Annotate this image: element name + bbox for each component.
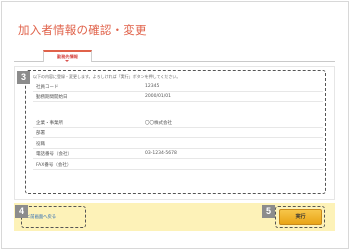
tab-active-arrow-icon <box>65 60 69 62</box>
page-title: 加入者情報の確認・変更 <box>18 23 147 37</box>
callout-frame-4 <box>21 206 86 228</box>
tab-bar: 勤務先情報 <box>14 50 335 62</box>
tab-label: 勤務先情報 <box>57 54 78 59</box>
callout-frame-5 <box>275 206 325 228</box>
callout-badge-3: 3 <box>17 71 30 84</box>
callout-badge-5: 5 <box>262 205 275 218</box>
callout-frame-3 <box>25 70 326 194</box>
callout-badge-4: 4 <box>15 205 28 218</box>
